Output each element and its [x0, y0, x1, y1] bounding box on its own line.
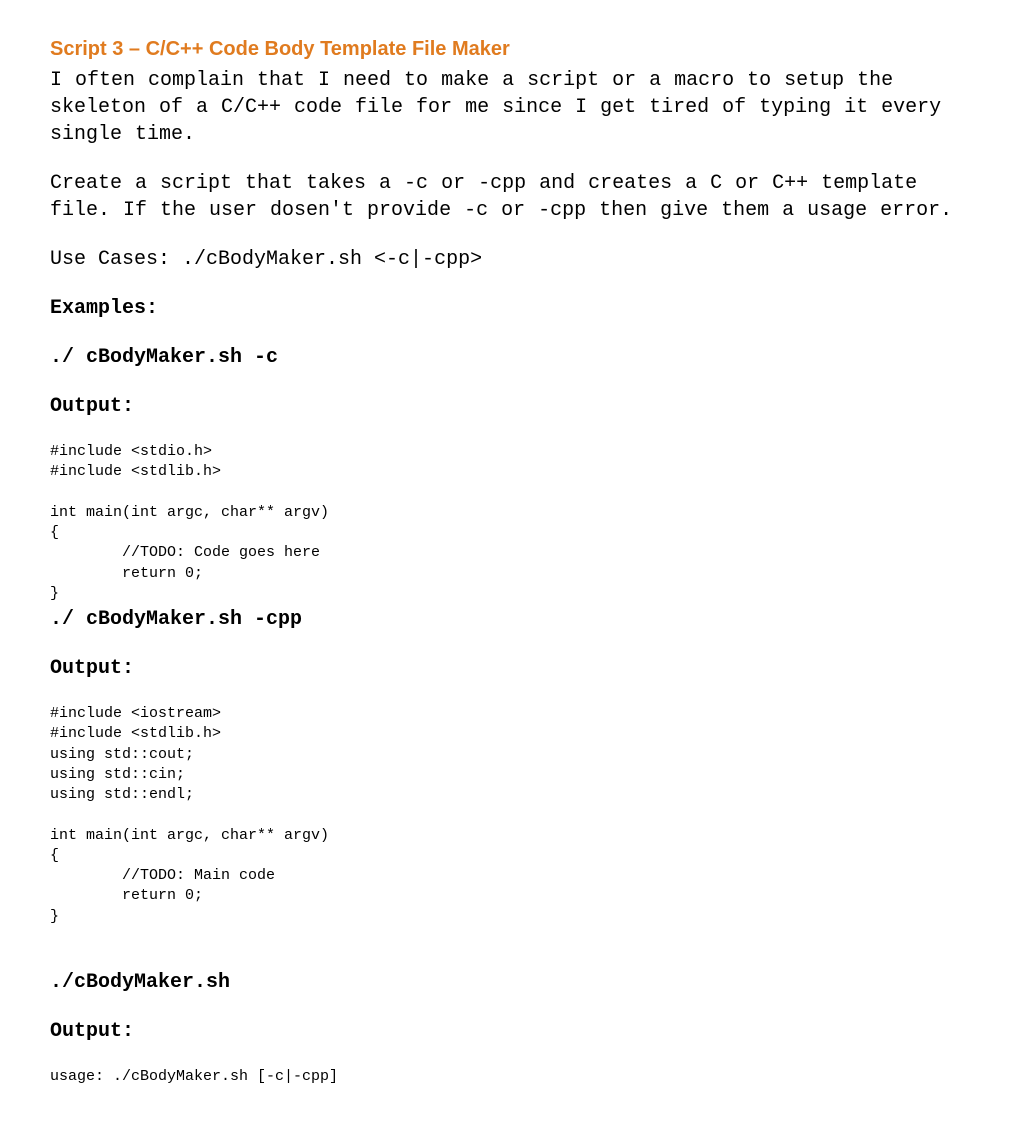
- intro-paragraph-2: Create a script that takes a -c or -cpp …: [50, 170, 974, 224]
- intro-paragraph-1: I often complain that I need to make a s…: [50, 67, 974, 148]
- c-code-output: #include <stdio.h> #include <stdlib.h> i…: [50, 442, 974, 604]
- example-1-command: ./ cBodyMaker.sh -c: [50, 344, 974, 371]
- output-label-3: Output:: [50, 1018, 974, 1045]
- examples-label: Examples:: [50, 295, 974, 322]
- script-heading: Script 3 – C/C++ Code Body Template File…: [50, 38, 974, 61]
- output-label-2: Output:: [50, 655, 974, 682]
- use-cases-line: Use Cases: ./cBodyMaker.sh <-c|-cpp>: [50, 246, 974, 273]
- example-2-command: ./ cBodyMaker.sh -cpp: [50, 606, 974, 633]
- example-3-command: ./cBodyMaker.sh: [50, 969, 974, 996]
- usage-output: usage: ./cBodyMaker.sh [-c|-cpp]: [50, 1067, 974, 1087]
- cpp-code-output: #include <iostream> #include <stdlib.h> …: [50, 704, 974, 927]
- output-label-1: Output:: [50, 393, 974, 420]
- spacer: [50, 929, 974, 969]
